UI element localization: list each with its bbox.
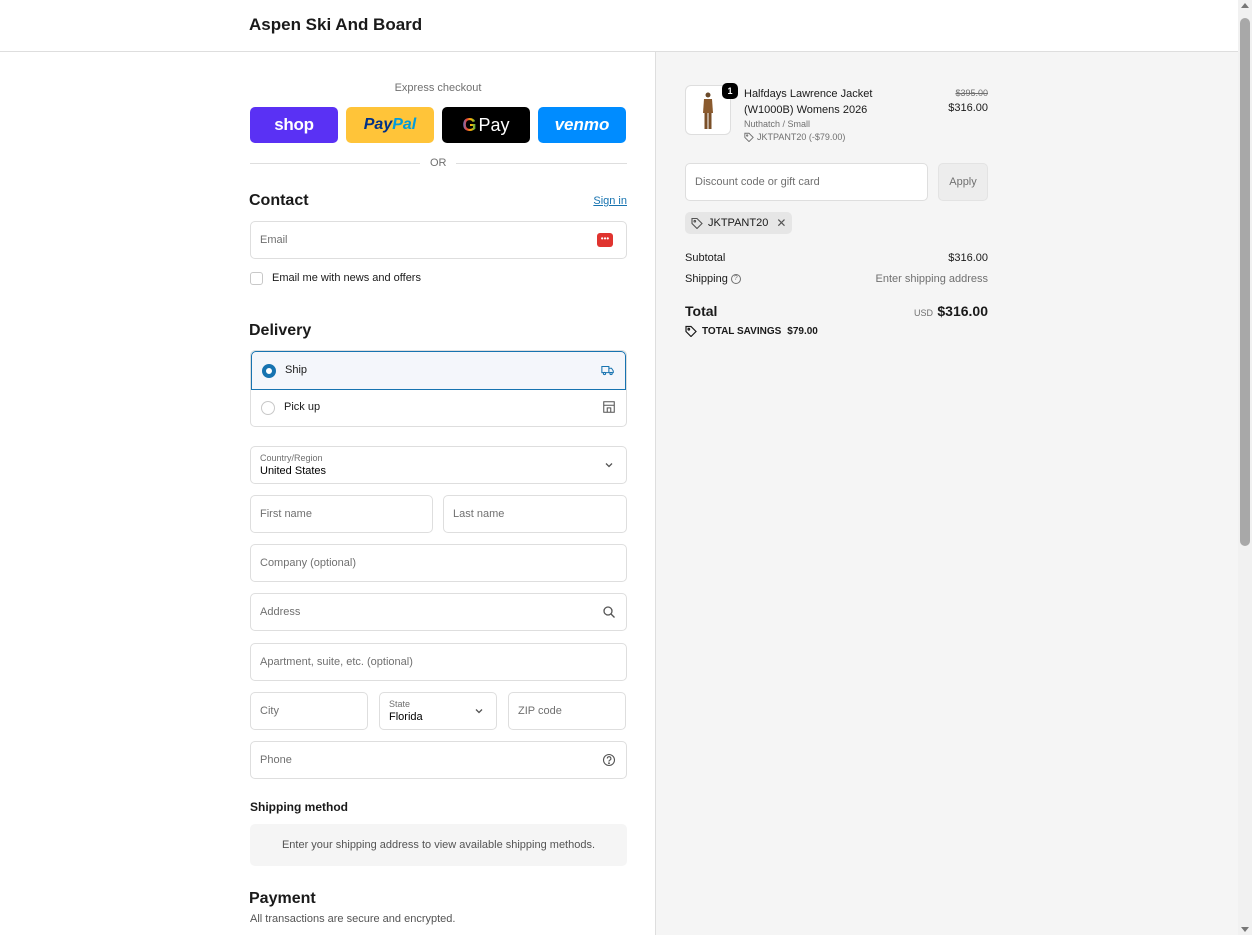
company-field[interactable]: Company (optional) [250, 544, 627, 582]
original-price: $395.00 [955, 88, 988, 98]
product-discount-text: JKTPANT20 (-$79.00) [757, 132, 846, 142]
product-variant: Nuthatch / Small [744, 119, 811, 129]
contact-title: Contact [249, 192, 309, 209]
last-name-placeholder: Last name [453, 508, 505, 520]
store-icon [603, 401, 615, 413]
city-placeholder: City [260, 705, 279, 717]
subtotal-value: $316.00 [948, 252, 988, 264]
shipping-label: Shipping [685, 273, 728, 285]
tag-icon [744, 132, 754, 142]
product-image [703, 92, 713, 129]
chevron-down-icon [475, 709, 483, 714]
or-text: OR [430, 157, 447, 169]
total-savings: TOTAL SAVINGS $79.00 [685, 325, 818, 337]
product-discount: JKTPANT20 (-$79.00) [744, 132, 845, 142]
scrollbar-thumb[interactable] [1240, 18, 1250, 546]
ship-label: Ship [285, 364, 308, 376]
country-value: United States [260, 465, 327, 477]
scroll-up-icon[interactable] [1241, 3, 1249, 8]
email-placeholder: Email [260, 234, 288, 246]
tag-icon [691, 217, 703, 229]
help-icon[interactable]: ? [730, 274, 741, 285]
product-name: Halfdays Lawrence Jacket (W1000B) Womens… [744, 88, 873, 116]
applied-code-chip: JKTPANT20 ✕ [685, 212, 793, 234]
subtotal-label: Subtotal [685, 252, 726, 264]
header: Aspen Ski And Board [0, 0, 1238, 52]
company-placeholder: Company (optional) [260, 557, 356, 569]
paypal-button[interactable]: Pay Pal [346, 107, 434, 143]
remove-code-icon[interactable]: ✕ [776, 216, 786, 230]
address-field[interactable]: Address [250, 593, 627, 631]
state-label: State [389, 699, 411, 709]
total-label: Total [685, 303, 718, 319]
google-pay-label: Pay [478, 114, 510, 135]
google-g-icon: G [462, 114, 477, 135]
paypal-label-pal: Pal [392, 116, 417, 133]
shipping-method-title: Shipping method [250, 800, 348, 814]
or-divider: OR [250, 157, 627, 169]
page-scrollbar[interactable] [1238, 0, 1252, 935]
shop-pay-login-icon[interactable]: ••• [597, 233, 613, 247]
delivery-title: Delivery [249, 322, 312, 339]
sign-in-link[interactable]: Sign in [593, 195, 627, 207]
apply-discount-button[interactable]: Apply [938, 163, 988, 201]
shipping-method-message: Enter your shipping address to view avai… [250, 824, 627, 866]
divider-line [456, 163, 627, 164]
delivery-options: Ship Pick up [250, 350, 627, 427]
total-value: $316.00 [937, 303, 988, 319]
phone-placeholder: Phone [260, 754, 292, 766]
shop-pay-button[interactable]: shop [250, 107, 338, 143]
news-offers-checkbox[interactable] [250, 271, 263, 285]
sale-price: $316.00 [948, 102, 988, 114]
subtotal-row: Subtotal $316.00 [685, 252, 988, 264]
paypal-label-pay: Pay [363, 116, 393, 133]
zip-field[interactable]: ZIP code [508, 692, 626, 730]
state-select[interactable]: State Florida [379, 692, 497, 730]
search-icon [603, 606, 615, 618]
chevron-down-icon [605, 463, 613, 468]
country-select[interactable]: Country/Region United States [250, 446, 627, 484]
first-name-field[interactable]: First name [250, 495, 433, 533]
phone-field[interactable]: Phone [250, 741, 627, 779]
pickup-radio[interactable] [261, 401, 275, 415]
state-value: Florida [389, 711, 423, 723]
venmo-button[interactable]: venmo [538, 107, 626, 143]
last-name-field[interactable]: Last name [443, 495, 627, 533]
shipping-row: Shipping? Enter shipping address [685, 273, 988, 285]
savings-value: $79.00 [787, 325, 818, 337]
google-pay-button[interactable]: G Pay [442, 107, 530, 143]
country-label: Country/Region [260, 453, 323, 463]
discount-placeholder: Discount code or gift card [695, 176, 820, 188]
total-currency: USD [913, 308, 933, 318]
ship-radio[interactable] [262, 364, 276, 378]
truck-icon [601, 365, 614, 376]
apartment-field[interactable]: Apartment, suite, etc. (optional) [250, 643, 627, 681]
payment-title: Payment [249, 890, 316, 907]
store-brand[interactable]: Aspen Ski And Board [249, 15, 422, 35]
help-icon[interactable] [602, 753, 616, 767]
tag-icon [685, 325, 697, 337]
delivery-option-ship[interactable]: Ship [251, 351, 626, 390]
city-field[interactable]: City [250, 692, 368, 730]
news-offers-label[interactable]: Email me with news and offers [272, 272, 421, 284]
applied-code-text: JKTPANT20 [708, 217, 769, 229]
quantity-badge: 1 [722, 83, 738, 99]
express-checkout-label: Express checkout [394, 82, 482, 94]
address-placeholder: Address [260, 606, 301, 618]
pickup-label: Pick up [284, 401, 321, 413]
payment-subtitle: All transactions are secure and encrypte… [250, 913, 456, 925]
news-offers-row[interactable]: Email me with news and offers [250, 271, 421, 285]
zip-placeholder: ZIP code [518, 705, 562, 717]
delivery-option-pickup[interactable]: Pick up [251, 389, 626, 426]
divider-line [250, 163, 420, 164]
shipping-value: Enter shipping address [875, 273, 988, 285]
scroll-down-icon[interactable] [1241, 927, 1249, 932]
email-field[interactable]: Email ••• [250, 221, 627, 259]
apartment-placeholder: Apartment, suite, etc. (optional) [260, 656, 413, 668]
savings-label: TOTAL SAVINGS [702, 325, 782, 337]
first-name-placeholder: First name [260, 508, 312, 520]
discount-code-input[interactable]: Discount code or gift card [685, 163, 928, 201]
